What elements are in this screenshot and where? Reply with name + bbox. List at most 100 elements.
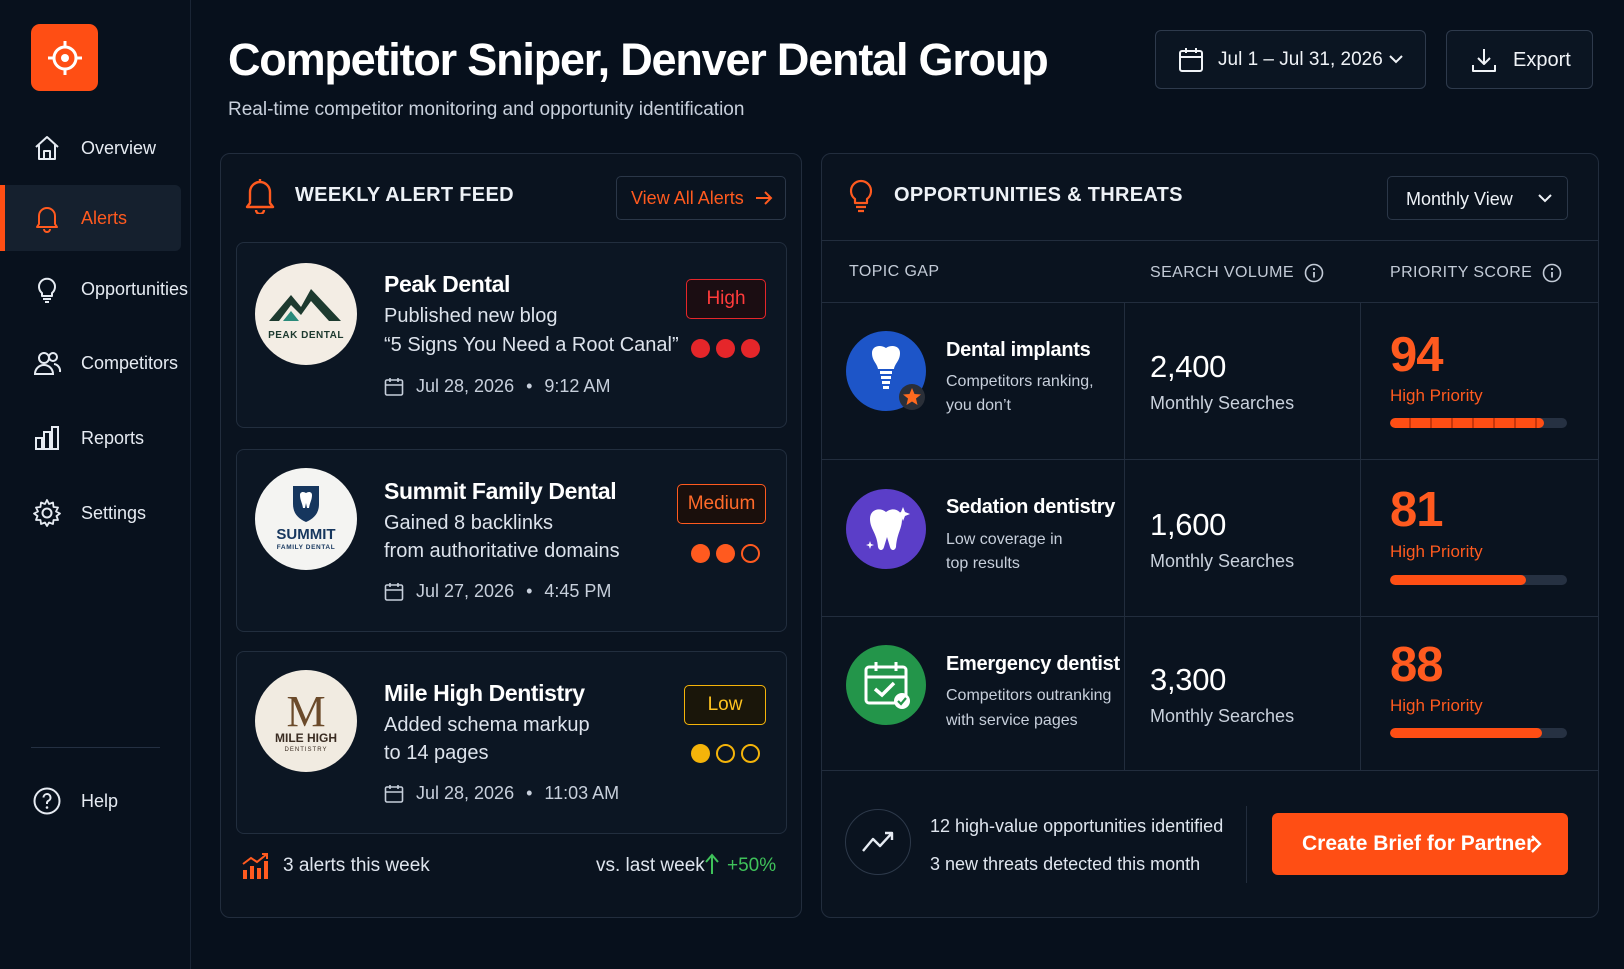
arrow-right-icon: [756, 191, 773, 205]
meta-separator: •: [526, 783, 533, 803]
table-row[interactable]: Dental implants Competitors ranking, you…: [822, 303, 1598, 460]
severity-dot: [741, 544, 760, 563]
trending-bars-icon: [242, 853, 268, 879]
sidebar-item-settings[interactable]: Settings: [0, 480, 181, 546]
search-volume: 2,400: [1150, 349, 1227, 384]
sidebar-item-overview[interactable]: Overview: [0, 115, 181, 181]
alert-feed-footer: 3 alerts this week vs. last week +50%: [236, 841, 787, 891]
alert-meta: Jul 27, 2026 • 4:45 PM: [384, 581, 611, 602]
sidebar-item-label: Competitors: [81, 352, 179, 373]
sidebar-item-alerts[interactable]: Alerts: [0, 185, 181, 251]
lightbulb-icon: [31, 273, 63, 305]
priority-score: 88: [1390, 638, 1444, 692]
export-button[interactable]: Export: [1446, 30, 1593, 89]
create-brief-label: Create Brief for Partner: [1302, 832, 1535, 855]
chevron-down-icon: [1389, 55, 1403, 64]
change-percent: +50%: [727, 855, 777, 876]
lightbulb-icon: [849, 179, 873, 213]
summary-threats: 3 new threats detected this month: [930, 854, 1201, 874]
severity-badge: High: [686, 279, 766, 319]
bar-chart-icon: [31, 422, 63, 454]
priority-bar: [1390, 575, 1567, 585]
column-label: SEARCH VOLUME: [1150, 264, 1294, 281]
severity-dot: [691, 744, 710, 763]
severity-badge: Medium: [677, 484, 766, 524]
alert-card-peak-dental[interactable]: PEAK DENTAL Peak Dental Published new bl…: [236, 242, 787, 428]
help-icon: [31, 785, 63, 817]
monogram-logo-icon: M MILE HIGH DENTISTRY: [275, 687, 337, 753]
info-icon[interactable]: [1304, 263, 1324, 283]
sidebar-item-label: Alerts: [81, 207, 128, 228]
page-subtitle: Real-time competitor monitoring and oppo…: [228, 99, 745, 120]
summit-logo: SUMMIT FAMILY DENTAL: [255, 468, 357, 570]
priority-bar-fill: [1390, 575, 1527, 585]
alert-description-line1: Added schema markup: [384, 714, 590, 736]
table-row[interactable]: Sedation dentistry Low coverage in top r…: [822, 460, 1598, 617]
alert-time: 9:12 AM: [544, 376, 611, 396]
tooth-shield-logo-icon: SUMMIT FAMILY DENTAL: [276, 486, 336, 551]
date-range-picker[interactable]: Jul 1 – Jul 31, 2026: [1155, 30, 1426, 89]
tooth-implant-icon: [846, 331, 926, 411]
topic-desc-line1: Low coverage in: [946, 531, 1063, 548]
summit-logo-subtext: FAMILY DENTAL: [277, 544, 336, 551]
topic-desc-line1: Competitors outranking: [946, 687, 1112, 704]
arrow-up-icon: [705, 853, 719, 874]
app-logo[interactable]: [31, 24, 98, 91]
sidebar-item-opportunities[interactable]: Opportunities: [0, 256, 188, 322]
meta-separator: •: [526, 376, 533, 396]
comparison-label: vs. last week: [596, 855, 705, 876]
priority-bar: [1390, 728, 1567, 738]
alert-date: Jul 28, 2026: [416, 376, 515, 396]
search-volume-label: Monthly Searches: [1150, 706, 1295, 726]
sidebar: Overview Alerts Opportunities Competitor…: [0, 0, 191, 969]
sidebar-item-label: Overview: [81, 137, 157, 158]
home-icon: [31, 132, 63, 164]
date-range-value: Jul 1 – Jul 31, 2026: [1218, 49, 1383, 70]
alert-meta: Jul 28, 2026 • 11:03 AM: [384, 783, 619, 804]
priority-bar-fill: [1390, 728, 1543, 738]
topic-desc-line2: with service pages: [946, 712, 1078, 729]
priority-label: High Priority: [1390, 696, 1483, 715]
summary-opportunities: 12 high-value opportunities identified: [930, 816, 1224, 836]
severity-dots: [691, 544, 760, 563]
sidebar-item-competitors[interactable]: Competitors: [0, 330, 181, 396]
alert-competitor-name: Mile High Dentistry: [384, 680, 585, 706]
topic-desc-line2: you don’t: [946, 397, 1011, 414]
trending-up-icon: [845, 809, 911, 875]
severity-dot: [716, 544, 735, 563]
view-select[interactable]: Monthly View: [1387, 176, 1568, 220]
alert-card-mile-high-dentistry[interactable]: M MILE HIGH DENTISTRY Mile High Dentistr…: [236, 651, 787, 834]
info-icon[interactable]: [1542, 263, 1562, 283]
alert-card-summit-family-dental[interactable]: SUMMIT FAMILY DENTAL Summit Family Denta…: [236, 449, 787, 632]
alert-feed-title: WEEKLY ALERT FEED: [295, 184, 514, 206]
severity-dot: [741, 744, 760, 763]
alert-description-line1: Gained 8 backlinks: [384, 512, 553, 534]
bell-icon: [245, 179, 275, 214]
sparkle-tooth-icon: [846, 489, 926, 569]
create-brief-button[interactable]: Create Brief for Partner: [1272, 813, 1568, 875]
alert-count: 3 alerts this week: [283, 855, 430, 876]
page-title: Competitor Sniper, Denver Dental Group: [228, 34, 1049, 85]
sidebar-item-label: Settings: [81, 502, 147, 523]
calendar-icon: [1179, 48, 1203, 72]
topic-title: Sedation dentistry: [946, 496, 1116, 518]
column-label: TOPIC GAP: [849, 263, 940, 280]
calendar-icon: [384, 582, 404, 601]
severity-dot: [716, 744, 735, 763]
column-label: PRIORITY SCORE: [1390, 264, 1533, 281]
search-volume-label: Monthly Searches: [1150, 393, 1295, 413]
severity-dot: [691, 544, 710, 563]
topic-title: Emergency dentist: [946, 653, 1120, 675]
sidebar-item-help[interactable]: Help: [0, 768, 181, 834]
calendar-check-icon: [846, 645, 926, 725]
calendar-icon: [384, 377, 404, 396]
gear-icon: [31, 497, 63, 529]
priority-score: 94: [1390, 328, 1444, 382]
view-all-alerts-button[interactable]: View All Alerts: [616, 176, 786, 220]
column-header-search-volume: SEARCH VOLUME: [1150, 263, 1324, 283]
table-row[interactable]: Emergency dentist Competitors outranking…: [822, 617, 1598, 771]
sidebar-item-reports[interactable]: Reports: [0, 405, 181, 471]
summit-logo-text: SUMMIT: [276, 526, 335, 543]
topic-title: Dental implants: [946, 339, 1091, 361]
help-label: Help: [81, 790, 119, 811]
